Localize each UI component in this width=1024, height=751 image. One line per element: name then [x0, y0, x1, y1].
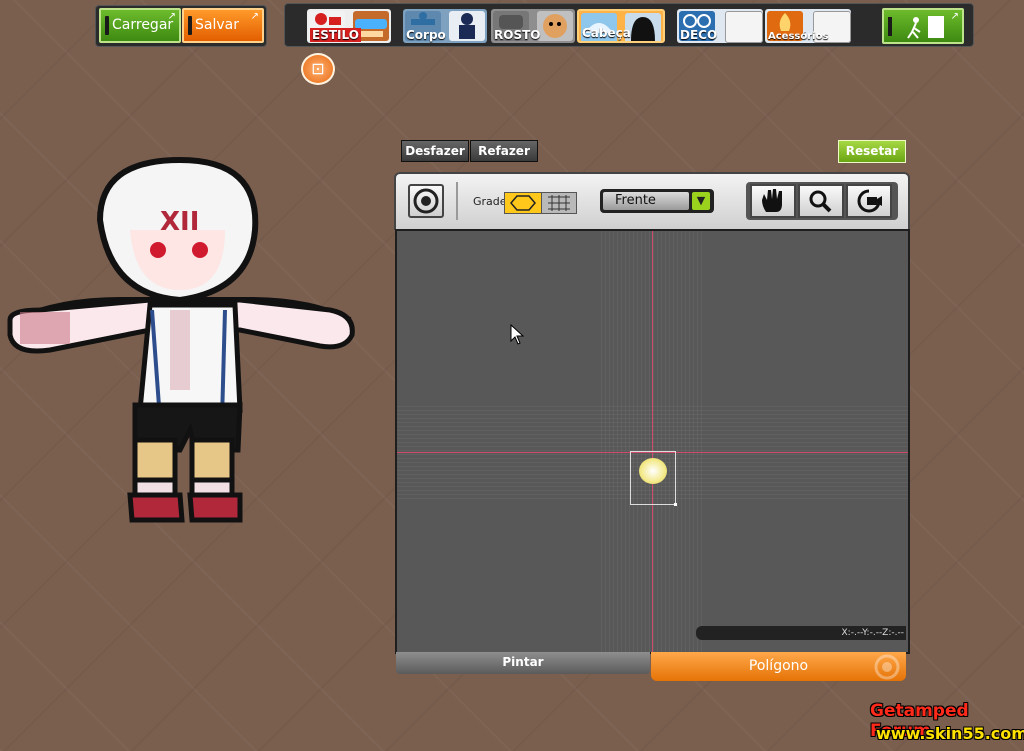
cursor-icon	[510, 324, 525, 345]
category-cabeca[interactable]: Cabeça	[577, 9, 665, 43]
zoom-button[interactable]	[798, 184, 844, 218]
grid-square-toggle[interactable]	[541, 192, 577, 214]
face-preview-icon	[537, 11, 573, 41]
category-estilo[interactable]: ESTILO	[307, 9, 391, 43]
modeling-viewport[interactable]	[395, 229, 910, 654]
indicator-bar	[188, 16, 192, 35]
model-preview	[639, 458, 667, 484]
pan-button[interactable]	[750, 184, 796, 218]
rotate-camera-icon	[857, 189, 882, 213]
indicator-bar	[888, 17, 892, 36]
body-preview-icon	[449, 11, 485, 41]
arrow-icon: ↗	[167, 11, 176, 22]
undo-button[interactable]: Desfazer	[401, 140, 469, 162]
load-label: Carregar	[112, 17, 174, 33]
category-label: Acessórios	[768, 31, 829, 42]
view-select-value: Frente	[603, 192, 689, 210]
indicator-bar	[105, 16, 109, 35]
rotate-model-button[interactable]	[408, 184, 444, 218]
arrow-icon: ↗	[250, 11, 259, 22]
tab-paint[interactable]: Pintar	[396, 652, 650, 674]
save-label: Salvar	[195, 17, 239, 33]
rotate-camera-button[interactable]	[846, 184, 892, 218]
character-preview: XII	[7, 156, 355, 523]
exit-icon	[907, 16, 944, 39]
grid-hex-toggle[interactable]	[504, 192, 542, 214]
category-deco[interactable]: DECO	[677, 9, 763, 43]
category-label: DECO	[680, 28, 718, 42]
toolbar-divider	[456, 182, 458, 220]
category-corpo[interactable]: Corpo	[403, 9, 487, 43]
shop-icon[interactable]: ⊡	[301, 53, 335, 85]
deco-slot-empty	[725, 11, 763, 43]
arrow-icon: ↗	[950, 11, 959, 22]
redo-button[interactable]: Refazer	[470, 140, 538, 162]
reset-button[interactable]: Resetar	[838, 140, 906, 163]
category-label: Cabeça	[582, 26, 631, 40]
svg-text:XII: XII	[160, 207, 199, 237]
load-button[interactable]: Carregar ↗	[99, 8, 181, 43]
grid-label: Grade	[473, 195, 507, 208]
coordinates-readout: X:-.--Y:-.--Z:-.--	[696, 626, 906, 640]
rotate-model-icon	[413, 188, 439, 214]
square-grid-icon	[548, 195, 570, 211]
target-icon	[874, 654, 900, 680]
view-select[interactable]: Frente ▼	[600, 189, 714, 213]
category-label: ESTILO	[310, 28, 361, 42]
tab-polygon[interactable]: Polígono	[651, 652, 906, 681]
model-bounding-box[interactable]	[630, 451, 677, 506]
hand-icon	[762, 189, 782, 212]
category-rosto[interactable]: ROSTO	[491, 9, 575, 43]
category-label: ROSTO	[494, 28, 541, 42]
editor-toolbar: Grade Frente ▼	[394, 172, 910, 230]
category-label: Corpo	[406, 28, 446, 42]
exit-button[interactable]: ↗	[882, 8, 964, 44]
tab-polygon-label: Polígono	[748, 658, 809, 674]
save-button[interactable]: Salvar ↗	[182, 8, 264, 43]
zoom-icon	[809, 190, 832, 213]
category-acessorios[interactable]: Acessórios	[765, 9, 851, 43]
hex-grid-icon	[510, 195, 536, 211]
category-bar: ESTILO Corpo ROSTO Cabeça DECO Acessório…	[284, 3, 974, 47]
watermark-url: www.skin55.com	[876, 724, 1024, 743]
axis-vertical	[652, 231, 653, 652]
chevron-down-icon: ▼	[692, 192, 710, 210]
resize-handle[interactable]	[674, 503, 677, 506]
